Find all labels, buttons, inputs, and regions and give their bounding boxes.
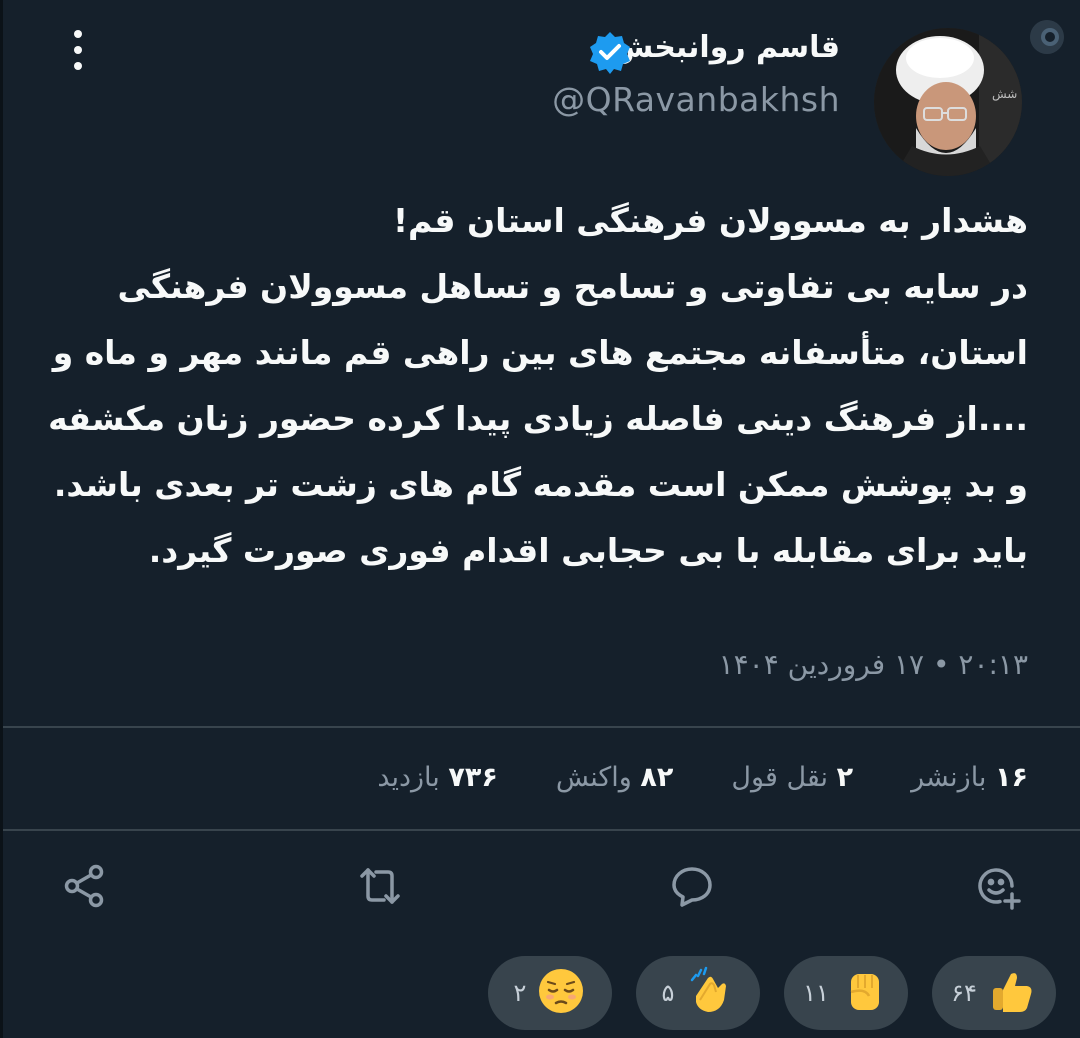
thumbs-up-icon — [987, 966, 1037, 1020]
more-options-icon[interactable] — [66, 30, 90, 74]
add-reaction-icon[interactable] — [974, 862, 1022, 910]
reaction-pensive-face[interactable]: ۲ — [488, 956, 612, 1030]
corner-avatar[interactable] — [1030, 20, 1064, 54]
reaction-count: ۶۴ — [951, 979, 977, 1007]
reaction-raised-fist[interactable]: ۱۱ — [784, 956, 908, 1030]
stat-views-number: ۷۳۶ — [448, 761, 498, 793]
stat-quotes-label: نقل قول — [731, 761, 829, 793]
stat-retweets-number: ۱۶ — [995, 761, 1028, 793]
reaction-clapping-hands[interactable]: ۵ — [636, 956, 760, 1030]
author-avatar[interactable]: شش — [874, 28, 1022, 176]
tweet-timestamp[interactable]: ۲۰:۱۳ • ۱۷ فروردین ۱۴۰۴ — [719, 648, 1028, 681]
stat-quotes[interactable]: ۲ نقل قول — [731, 762, 853, 793]
stat-views[interactable]: ۷۳۶ بازدید — [377, 762, 498, 793]
stat-quotes-number: ۲ — [836, 761, 854, 793]
reply-icon[interactable] — [668, 862, 716, 910]
reaction-count: ۵ — [661, 979, 675, 1007]
divider-top — [3, 726, 1080, 728]
svg-text:شش: شش — [992, 87, 1017, 102]
pensive-face-icon — [536, 966, 586, 1020]
tweet-text: هشدار به مسوولان فرهنگی استان قم! در سای… — [48, 201, 1028, 570]
left-edge — [0, 0, 3, 1038]
stat-reactions[interactable]: ۸۲ واکنش — [556, 762, 674, 793]
reaction-count: ۱۱ — [803, 979, 829, 1007]
tweet-detail-page: شش قاسم روانبخش @QRavanbakhsh هشدار به م… — [0, 0, 1080, 1038]
stat-views-label: بازدید — [377, 761, 440, 793]
divider-bottom — [3, 829, 1080, 831]
reaction-thumbs-up[interactable]: ۶۴ — [932, 956, 1056, 1030]
author-handle[interactable]: @QRavanbakhsh — [552, 80, 840, 119]
retweet-icon[interactable] — [356, 862, 404, 910]
verified-badge-icon — [588, 30, 632, 74]
clapping-hands-icon — [684, 966, 734, 1020]
stat-retweets-label: بازنشر — [911, 761, 987, 793]
share-icon[interactable] — [60, 862, 108, 910]
reaction-count: ۲ — [513, 979, 527, 1007]
tweet-stats: ۱۶ بازنشر ۲ نقل قول ۸۲ واکنش ۷۳۶ بازدید — [377, 752, 1028, 802]
author-display-name[interactable]: قاسم روانبخش — [612, 30, 840, 65]
stat-reactions-number: ۸۲ — [640, 761, 674, 793]
stat-retweets[interactable]: ۱۶ بازنشر — [911, 762, 1028, 793]
raised-fist-icon — [839, 966, 889, 1020]
stat-reactions-label: واکنش — [555, 761, 632, 793]
